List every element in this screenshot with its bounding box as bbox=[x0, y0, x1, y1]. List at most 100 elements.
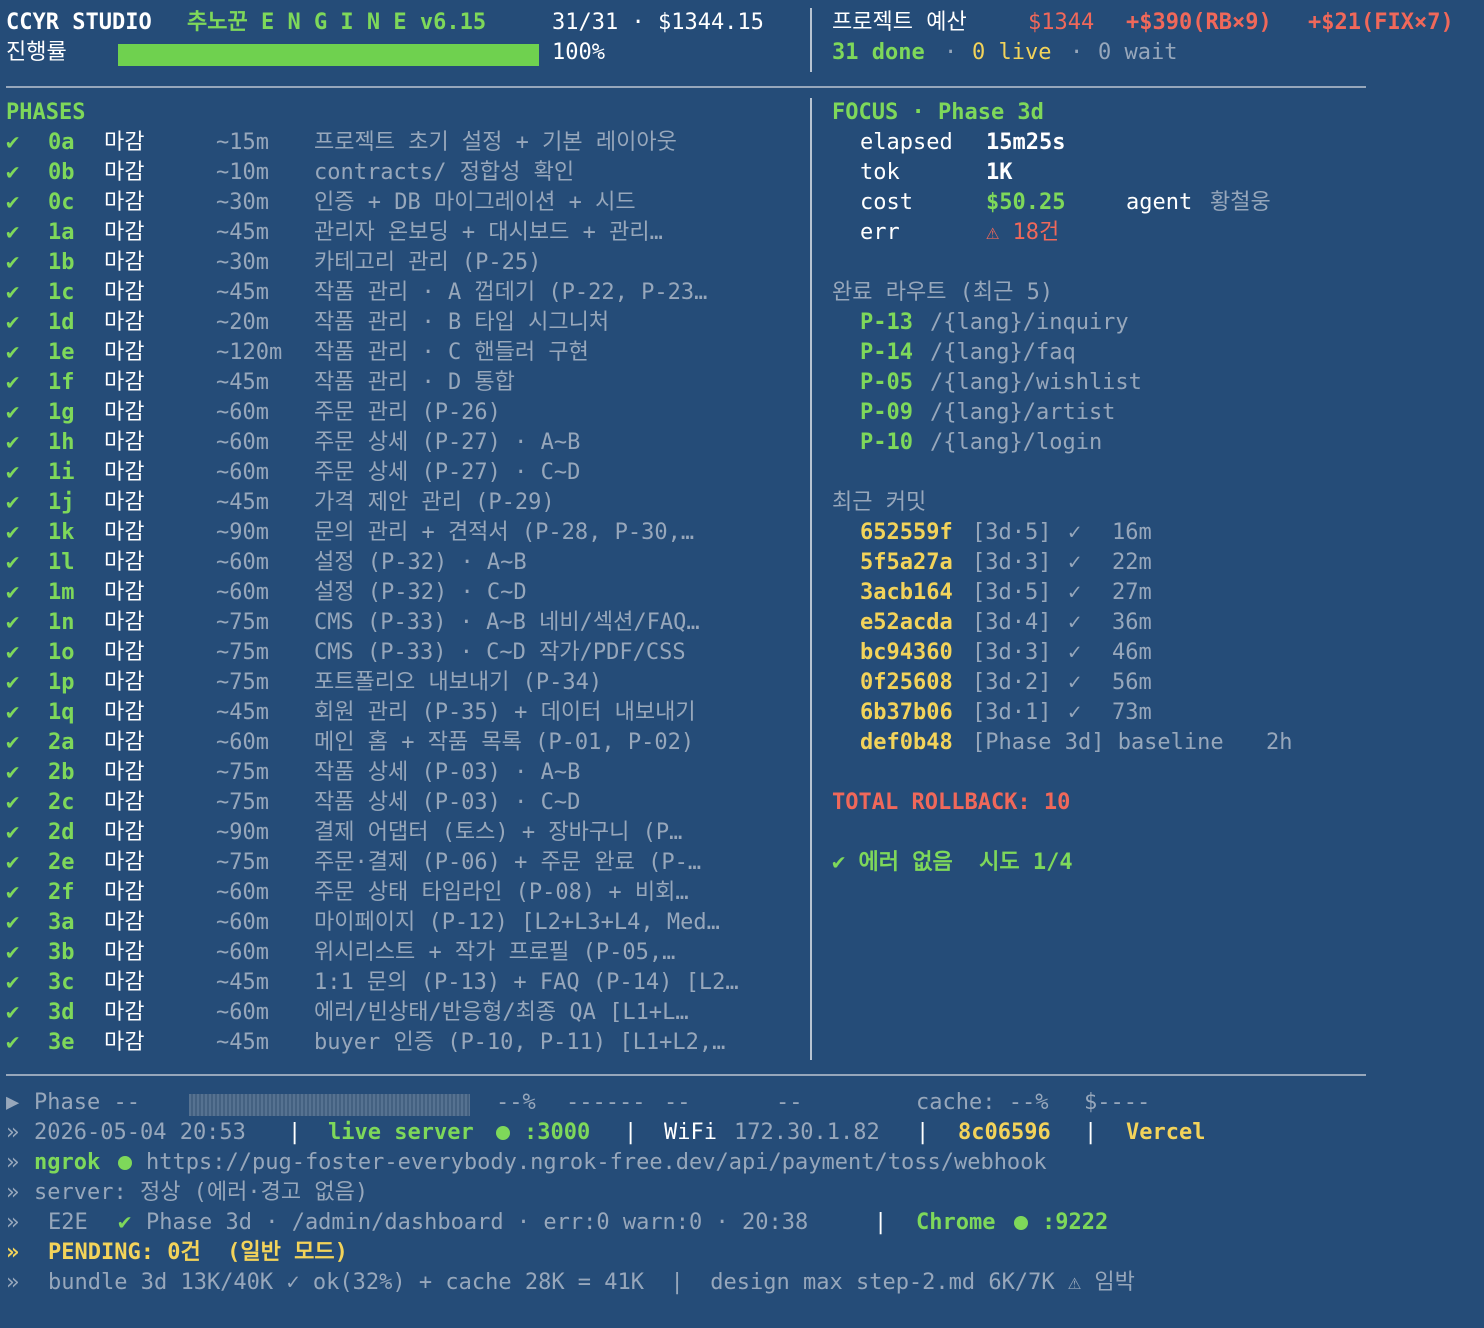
deploy-commit: 8c06596 bbox=[958, 1120, 1051, 1145]
phase-status: 마감 bbox=[104, 250, 145, 275]
route-path: /{lang}/inquiry bbox=[930, 310, 1129, 335]
phase-description: 주문 관리 (P-26) bbox=[314, 400, 501, 425]
commit-hash: bc94360 bbox=[860, 640, 953, 665]
footer-dash: -- bbox=[664, 1090, 691, 1115]
phase-status: 마감 bbox=[104, 460, 145, 485]
commit-tag: [3d·5] bbox=[972, 580, 1052, 605]
check-icon: ✔ bbox=[6, 790, 20, 815]
agent-name: 황철웅 bbox=[1210, 190, 1271, 215]
phase-estimate: ~60m bbox=[216, 940, 269, 965]
check-icon: ✔ bbox=[6, 430, 20, 455]
check-icon: ✔ bbox=[6, 910, 20, 935]
phase-estimate: ~60m bbox=[216, 460, 269, 485]
route-id: P-05 bbox=[860, 370, 913, 395]
phase-estimate: ~90m bbox=[216, 520, 269, 545]
phase-estimate: ~75m bbox=[216, 610, 269, 635]
chrome-port[interactable]: :9222 bbox=[1042, 1208, 1108, 1238]
check-icon: ✔ bbox=[6, 310, 20, 335]
phase-estimate: ~60m bbox=[216, 550, 269, 575]
cost-label: cost bbox=[860, 190, 913, 215]
status-dot-icon bbox=[496, 1126, 510, 1140]
check-icon: ✔ bbox=[6, 670, 20, 695]
footer-pct: --% bbox=[496, 1090, 536, 1115]
phase-status: 마감 bbox=[104, 490, 145, 515]
phase-id: 2d bbox=[48, 820, 75, 845]
phase-id: 1c bbox=[48, 280, 75, 305]
footer-dash: -- bbox=[776, 1090, 803, 1115]
phase-id: 0b bbox=[48, 160, 75, 185]
phase-description: 메인 홈 + 작품 목록 (P-01, P-02) bbox=[314, 730, 695, 755]
commit-hash: e52acda bbox=[860, 610, 953, 635]
total-rollback: TOTAL ROLLBACK: 10 bbox=[832, 790, 1071, 815]
check-icon: ✔ bbox=[6, 190, 20, 215]
route-id: P-10 bbox=[860, 430, 913, 455]
check-icon: ✔ bbox=[6, 940, 20, 965]
phase-id: 3e bbox=[48, 1030, 75, 1055]
baseline-hash: def0b48 bbox=[860, 730, 953, 755]
phase-estimate: ~75m bbox=[216, 850, 269, 875]
prompt-icon: » bbox=[6, 1120, 20, 1145]
phase-estimate: ~75m bbox=[216, 760, 269, 785]
phase-id: 1n bbox=[48, 610, 75, 635]
phase-estimate: ~20m bbox=[216, 310, 269, 335]
check-icon: ✓ bbox=[1068, 670, 1082, 695]
phase-description: 작품 관리 · A 껍데기 (P-22, P-23… bbox=[314, 280, 708, 305]
header-rule bbox=[6, 86, 1366, 88]
commit-tag: [3d·2] bbox=[972, 670, 1052, 695]
check-icon: ✔ bbox=[6, 400, 20, 425]
phase-status: 마감 bbox=[104, 940, 145, 965]
focus-title: FOCUS · Phase 3d bbox=[832, 100, 1044, 125]
sep: | bbox=[916, 1120, 930, 1145]
phase-estimate: ~60m bbox=[216, 1000, 269, 1025]
engine-name: 추노꾼 E N G I N E v6.15 bbox=[187, 10, 487, 35]
phase-description: 에러/빈상태/반응형/최종 QA [L1+L… bbox=[314, 1000, 689, 1025]
pending-status: PENDING: 0건 (일반 모드) bbox=[48, 1240, 348, 1265]
ngrok-url[interactable]: https://pug-foster-everybody.ngrok-free.… bbox=[146, 1148, 1047, 1178]
check-icon: ✔ bbox=[6, 580, 20, 605]
phase-description: 주문 상세 (P-27) · A~B bbox=[314, 430, 581, 455]
phase-id: 3a bbox=[48, 910, 75, 935]
phase-estimate: ~60m bbox=[216, 880, 269, 905]
bundle-status: bundle 3d 13K/40K ✓ ok(32%) + cache 28K … bbox=[48, 1270, 1135, 1295]
datetime: 2026-05-04 20:53 bbox=[34, 1120, 246, 1145]
route-id: P-14 bbox=[860, 340, 913, 365]
sep: · bbox=[944, 40, 958, 65]
phase-id: 1i bbox=[48, 460, 75, 485]
phase-id: 0a bbox=[48, 130, 75, 155]
commit-tag: [3d·4] bbox=[972, 610, 1052, 635]
budget-label: 프로젝트 예산 bbox=[832, 10, 967, 35]
phase-estimate: ~60m bbox=[216, 400, 269, 425]
phase-id: 1k bbox=[48, 520, 75, 545]
progress-bar bbox=[118, 44, 539, 66]
live-server-port[interactable]: :3000 bbox=[524, 1118, 590, 1148]
phase-description: 주문 상세 (P-27) · C~D bbox=[314, 460, 581, 485]
check-icon: ✓ bbox=[1068, 700, 1082, 725]
phase-estimate: ~45m bbox=[216, 700, 269, 725]
budget-fix: +$21(FIX×7) bbox=[1308, 10, 1454, 35]
phase-id: 1g bbox=[48, 400, 75, 425]
sep: | bbox=[624, 1120, 638, 1145]
column-divider bbox=[810, 98, 812, 1060]
footer-cache: cache: --% bbox=[916, 1090, 1049, 1115]
phase-status: 마감 bbox=[104, 640, 145, 665]
phase-estimate: ~60m bbox=[216, 730, 269, 755]
phase-id: 1p bbox=[48, 670, 75, 695]
phase-status: 마감 bbox=[104, 340, 145, 365]
phase-description: 관리자 온보딩 + 대시보드 + 관리… bbox=[314, 220, 663, 245]
phase-description: 인증 + DB 마이그레이션 + 시드 bbox=[314, 190, 636, 215]
check-icon: ✔ bbox=[6, 520, 20, 545]
check-icon: ✔ bbox=[6, 160, 20, 185]
phase-estimate: ~45m bbox=[216, 1030, 269, 1055]
footer-rule bbox=[6, 1074, 1366, 1076]
phase-description: 설정 (P-32) · C~D bbox=[314, 580, 527, 605]
check-icon: ✔ bbox=[118, 1210, 132, 1235]
err-value: ⚠ 18건 bbox=[986, 220, 1060, 245]
route-path: /{lang}/login bbox=[930, 430, 1103, 455]
baseline-label: [Phase 3d] baseline bbox=[972, 730, 1224, 755]
check-icon: ✓ bbox=[1068, 580, 1082, 605]
phase-id: 1h bbox=[48, 430, 75, 455]
phase-description: 마이페이지 (P-12) [L2+L3+L4, Med… bbox=[314, 910, 720, 935]
check-icon: ✔ bbox=[6, 730, 20, 755]
check-icon: ✔ bbox=[6, 490, 20, 515]
phase-description: 작품 관리 · D 통합 bbox=[314, 370, 515, 395]
